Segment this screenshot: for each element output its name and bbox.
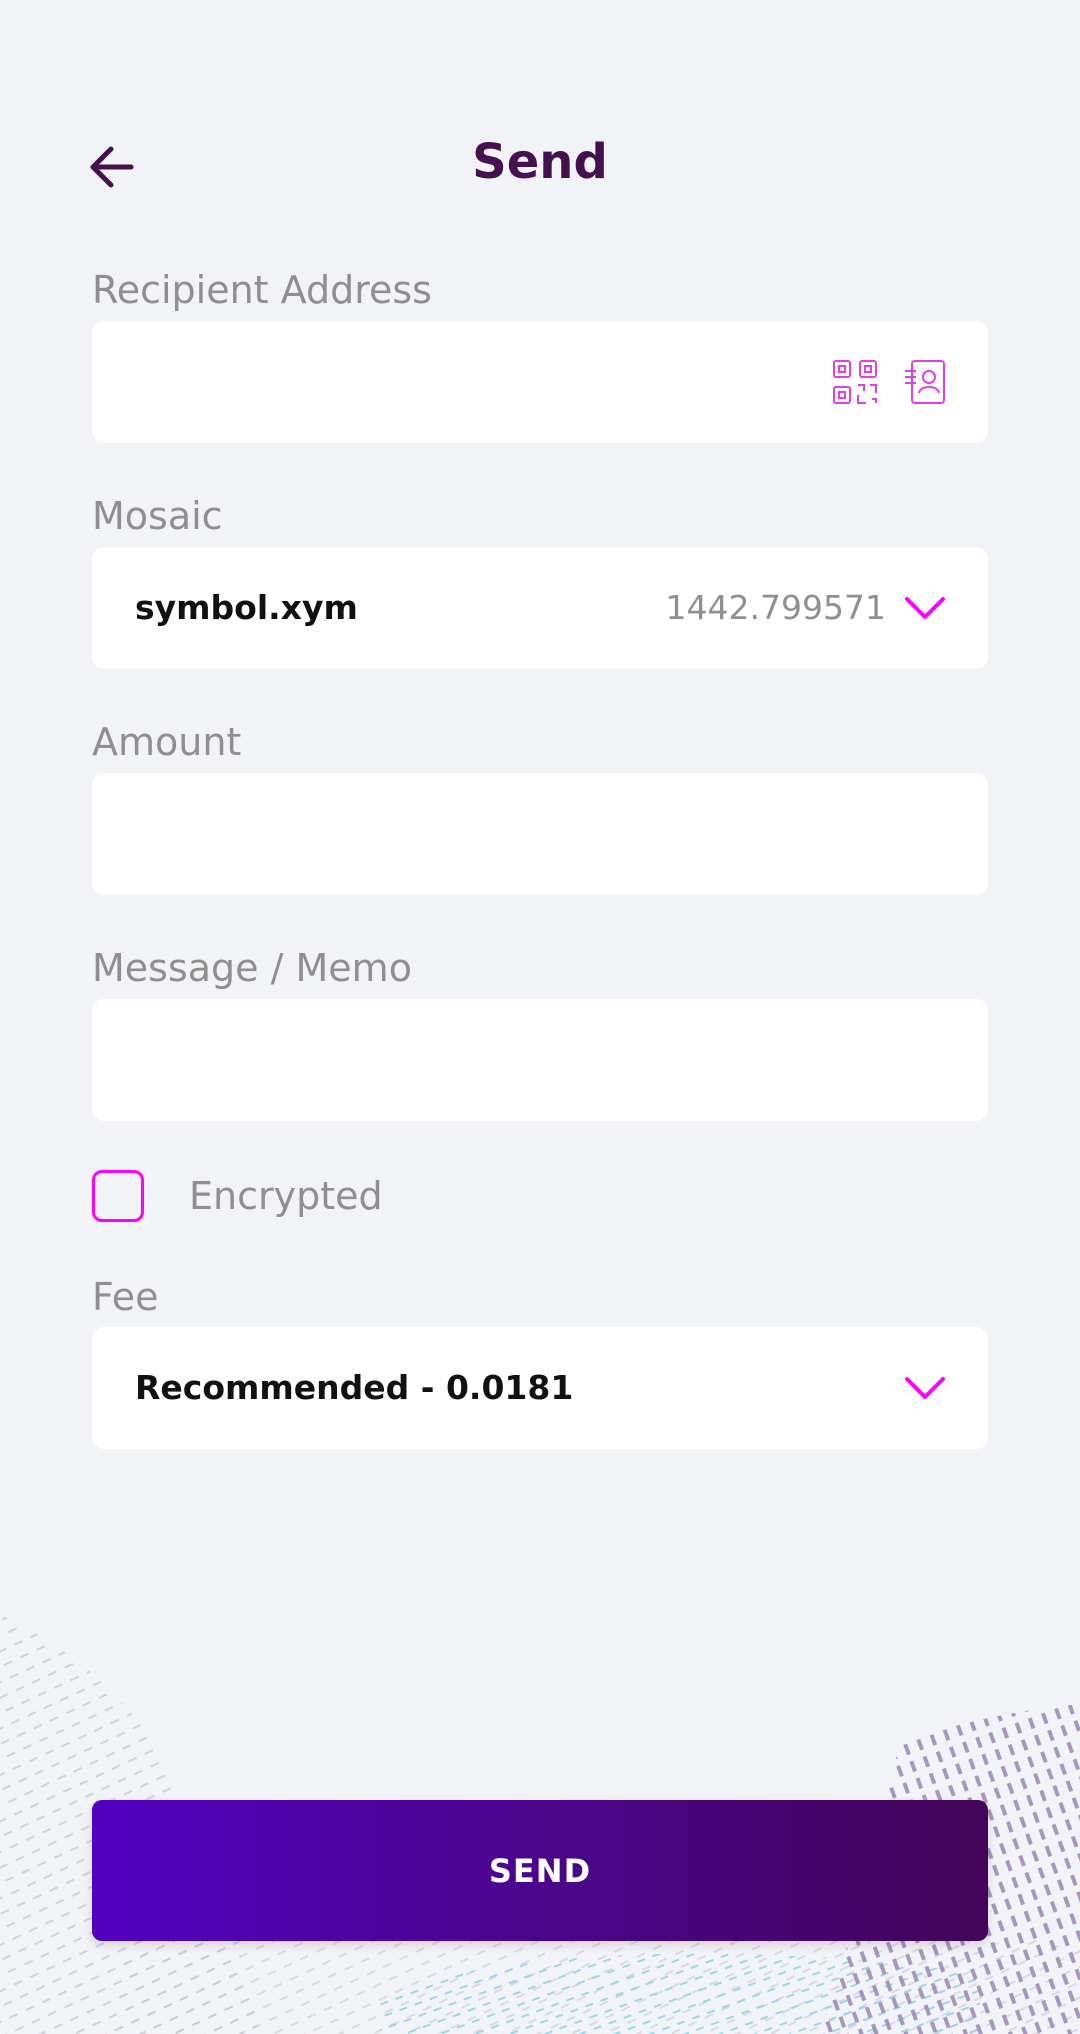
page-title: Send <box>472 134 608 190</box>
encrypted-checkbox[interactable] <box>92 1170 144 1222</box>
mosaic-select[interactable]: symbol.xym 1442.799571 <box>92 547 988 669</box>
mosaic-balance: 1442.799571 <box>665 588 886 627</box>
recipient-address-field <box>92 321 988 443</box>
qr-code-icon <box>833 360 877 404</box>
chevron-down-icon <box>902 589 948 627</box>
scan-qr-button[interactable] <box>830 357 880 407</box>
fee-selected-value: Recommended - 0.0181 <box>135 1368 574 1407</box>
message-field <box>92 999 988 1121</box>
encrypted-label: Encrypted <box>189 1174 383 1218</box>
recipient-address-label: Recipient Address <box>92 268 432 312</box>
mosaic-label: Mosaic <box>92 494 223 538</box>
amount-input[interactable] <box>92 773 988 895</box>
send-button[interactable]: SEND <box>92 1800 988 1941</box>
mosaic-selected-value: symbol.xym <box>135 588 358 627</box>
message-input[interactable] <box>92 999 988 1121</box>
amount-label: Amount <box>92 720 242 764</box>
amount-field <box>92 773 988 895</box>
message-label: Message / Memo <box>92 946 412 990</box>
chevron-down-icon <box>902 1369 948 1407</box>
address-book-icon <box>905 360 945 404</box>
fee-select[interactable]: Recommended - 0.0181 <box>92 1327 988 1449</box>
address-book-button[interactable] <box>900 357 950 407</box>
header: Send <box>0 120 1080 210</box>
fee-label: Fee <box>92 1275 159 1319</box>
